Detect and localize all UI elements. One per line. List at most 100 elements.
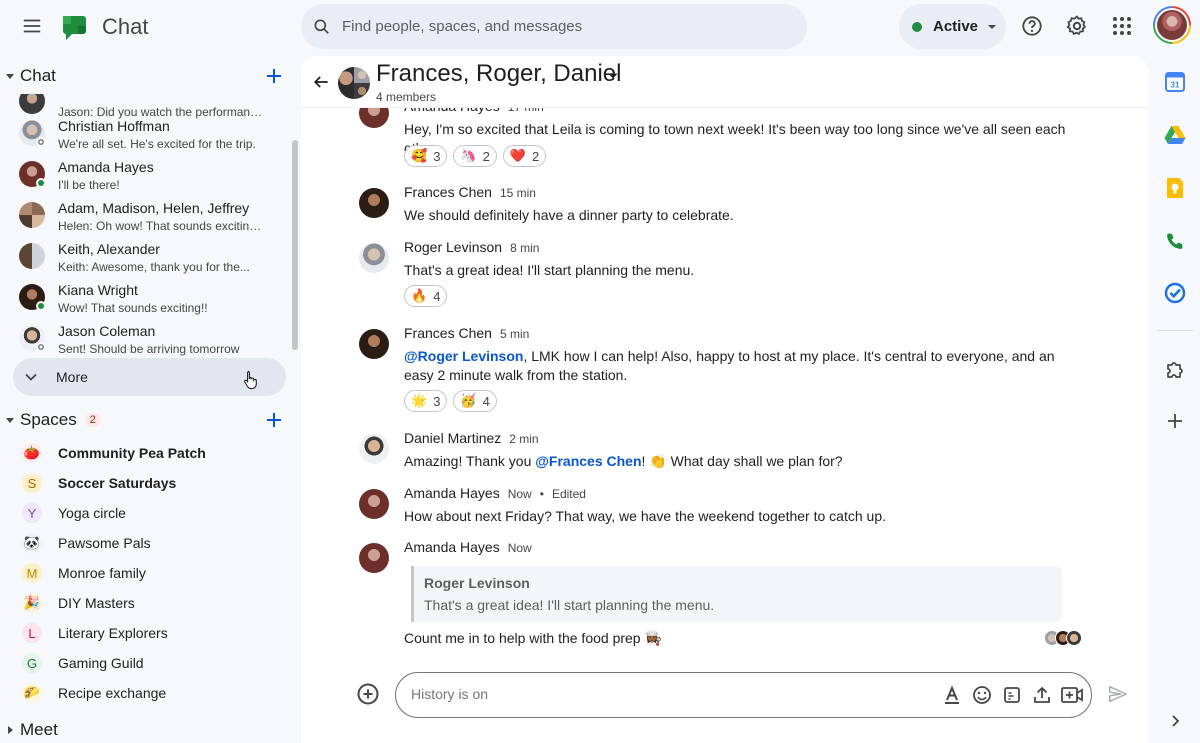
mention-link[interactable]: @Roger Levinson (404, 348, 523, 364)
avatar (359, 243, 389, 273)
back-arrow-icon[interactable] (311, 72, 331, 92)
quote-sender: Roger Levinson (424, 575, 530, 591)
space-item-pawsome-pals[interactable]: 🐼 Pawsome Pals (0, 528, 300, 558)
send-icon[interactable] (1107, 683, 1129, 705)
reaction-chip[interactable]: 🦄 2 (453, 145, 497, 167)
message-sender[interactable]: Roger Levinson 8 min (404, 239, 539, 255)
avatar (19, 243, 45, 269)
message-input[interactable] (411, 686, 931, 702)
reaction-chip[interactable]: ❤️ 2 (502, 145, 547, 167)
space-letter-icon: G (22, 653, 42, 673)
app-logo[interactable]: Chat (60, 12, 148, 42)
dm-item[interactable]: Amanda Hayes I'll be there! (0, 155, 290, 196)
presence-active (36, 301, 46, 311)
video-meeting-icon[interactable] (1060, 685, 1084, 705)
chevron-down-icon (988, 24, 997, 29)
format-text-icon[interactable] (942, 685, 962, 705)
reactions: 🥰 3 🦄 2 ❤️ 2 (404, 145, 547, 167)
upload-icon[interactable] (1032, 685, 1052, 705)
read-receipts[interactable] (1044, 630, 1082, 646)
expand-panel-button[interactable] (1163, 709, 1187, 733)
meet-section-header[interactable]: Meet (0, 712, 300, 743)
message-time: Now (507, 487, 532, 501)
gif-icon[interactable] (1002, 685, 1022, 705)
add-attachment-plus-icon[interactable] (356, 682, 380, 706)
dm-item[interactable]: Kiana Wright Wow! That sounds exciting!! (0, 278, 290, 319)
search-input[interactable] (342, 18, 762, 35)
taco-icon: 🌮 (22, 683, 42, 703)
phone-icon (1167, 233, 1183, 249)
space-item-community-pea-patch[interactable]: 🍅 Community Pea Patch (0, 438, 300, 468)
dm-name: Jason Coleman (58, 323, 156, 339)
reaction-chip[interactable]: 🥳 4 (453, 390, 497, 412)
top-bar: Chat Active (0, 0, 1200, 54)
mention-link[interactable]: @Frances Chen (535, 453, 641, 469)
space-item-yoga-circle[interactable]: Y Yoga circle (0, 498, 300, 528)
dm-preview: Wow! That sounds exciting!! (58, 301, 208, 315)
space-item-soccer-saturdays[interactable]: S Soccer Saturdays (0, 468, 300, 498)
dm-preview: Sent! Should be arriving tomorrow (58, 342, 240, 356)
reaction-chip[interactable]: 🥰 3 (404, 145, 448, 167)
calendar-app-icon[interactable]: 31 (1163, 70, 1187, 94)
tasks-icon (1164, 282, 1186, 304)
message-sender[interactable]: Amanda Hayes Now • Edited (404, 485, 586, 501)
dm-item[interactable]: Keith, Alexander Keith: Awesome, thank y… (0, 237, 290, 278)
spaces-section-header[interactable]: Spaces 2 (0, 402, 300, 438)
sidebar-scrollbar[interactable] (292, 140, 298, 350)
message-sender[interactable]: Frances Chen 15 min (404, 184, 536, 200)
dm-item[interactable]: Christian Hoffman We're all set. He's ex… (0, 114, 290, 155)
space-letter-icon: M (22, 563, 42, 583)
conversation-title[interactable]: Frances, Roger, Daniel (376, 60, 621, 88)
space-item-literary-explorers[interactable]: L Literary Explorers (0, 618, 300, 648)
dm-preview: I'll be there! (58, 178, 120, 192)
space-letter-icon: L (22, 623, 42, 643)
message-time: 15 min (499, 186, 536, 200)
message-sender[interactable]: Frances Chen 5 min (404, 325, 529, 341)
new-space-plus-icon[interactable] (262, 408, 286, 432)
message-text: @Roger Levinson, LMK how I can help! Als… (404, 348, 1055, 383)
edited-label: Edited (551, 487, 586, 501)
space-name: Monroe family (58, 565, 146, 581)
status-selector[interactable]: Active (899, 4, 1006, 49)
space-item-monroe-family[interactable]: M Monroe family (0, 558, 300, 588)
more-button[interactable]: More (13, 358, 286, 396)
account-avatar[interactable] (1153, 6, 1191, 44)
sidebar: Chat Jason: Did you watch the performan … (0, 56, 300, 743)
dm-name: Amanda Hayes (58, 159, 154, 175)
unicorn-emoji: 🦄 (460, 148, 477, 163)
dm-preview: Keith: Awesome, thank you for the... (58, 260, 250, 274)
main-menu-button[interactable] (12, 6, 52, 46)
emoji-icon[interactable] (972, 685, 992, 705)
space-name: Pawsome Pals (58, 535, 151, 551)
reaction-chip[interactable]: 🔥 4 (404, 285, 448, 307)
drive-app-icon[interactable] (1163, 123, 1187, 147)
add-app-button[interactable] (1163, 409, 1187, 433)
calendar-icon: 31 (1165, 72, 1185, 92)
dm-item[interactable]: Adam, Madison, Helen, Jeffrey Helen: Oh … (0, 196, 290, 237)
new-chat-plus-icon[interactable] (262, 64, 286, 88)
message-time: Now (507, 541, 532, 555)
message-time: 8 min (510, 241, 540, 255)
quoted-message[interactable]: Roger Levinson That's a great idea! I'll… (411, 566, 1062, 622)
chat-section-header[interactable]: Chat (0, 58, 300, 94)
reaction-chip[interactable]: 🌟 3 (404, 390, 448, 412)
search-bar[interactable] (301, 4, 807, 49)
settings-button[interactable] (1057, 6, 1097, 46)
help-button[interactable] (1012, 6, 1052, 46)
dm-item[interactable]: Jason Coleman Sent! Should be arriving t… (0, 319, 290, 356)
space-item-diy-masters[interactable]: 🎉 DIY Masters (0, 588, 300, 618)
message-sender[interactable]: Daniel Martinez 2 min (404, 430, 539, 446)
space-item-gaming-guild[interactable]: G Gaming Guild (0, 648, 300, 678)
tasks-app-icon[interactable] (1163, 281, 1187, 305)
space-item-recipe-exchange[interactable]: 🌮 Recipe exchange (0, 678, 300, 708)
get-addons-button[interactable] (1163, 357, 1187, 381)
member-count[interactable]: 4 members (376, 90, 436, 104)
message-time: 2 min (509, 432, 539, 446)
voice-app-icon[interactable] (1163, 229, 1187, 253)
group-avatar (338, 67, 370, 99)
apps-button[interactable] (1102, 6, 1142, 46)
message-sender[interactable]: Amanda Hayes Now (404, 539, 532, 555)
dm-preview: Helen: Oh wow! That sounds exciting ... (58, 219, 263, 233)
chevron-down-icon[interactable] (606, 69, 620, 83)
keep-app-icon[interactable] (1163, 176, 1187, 200)
